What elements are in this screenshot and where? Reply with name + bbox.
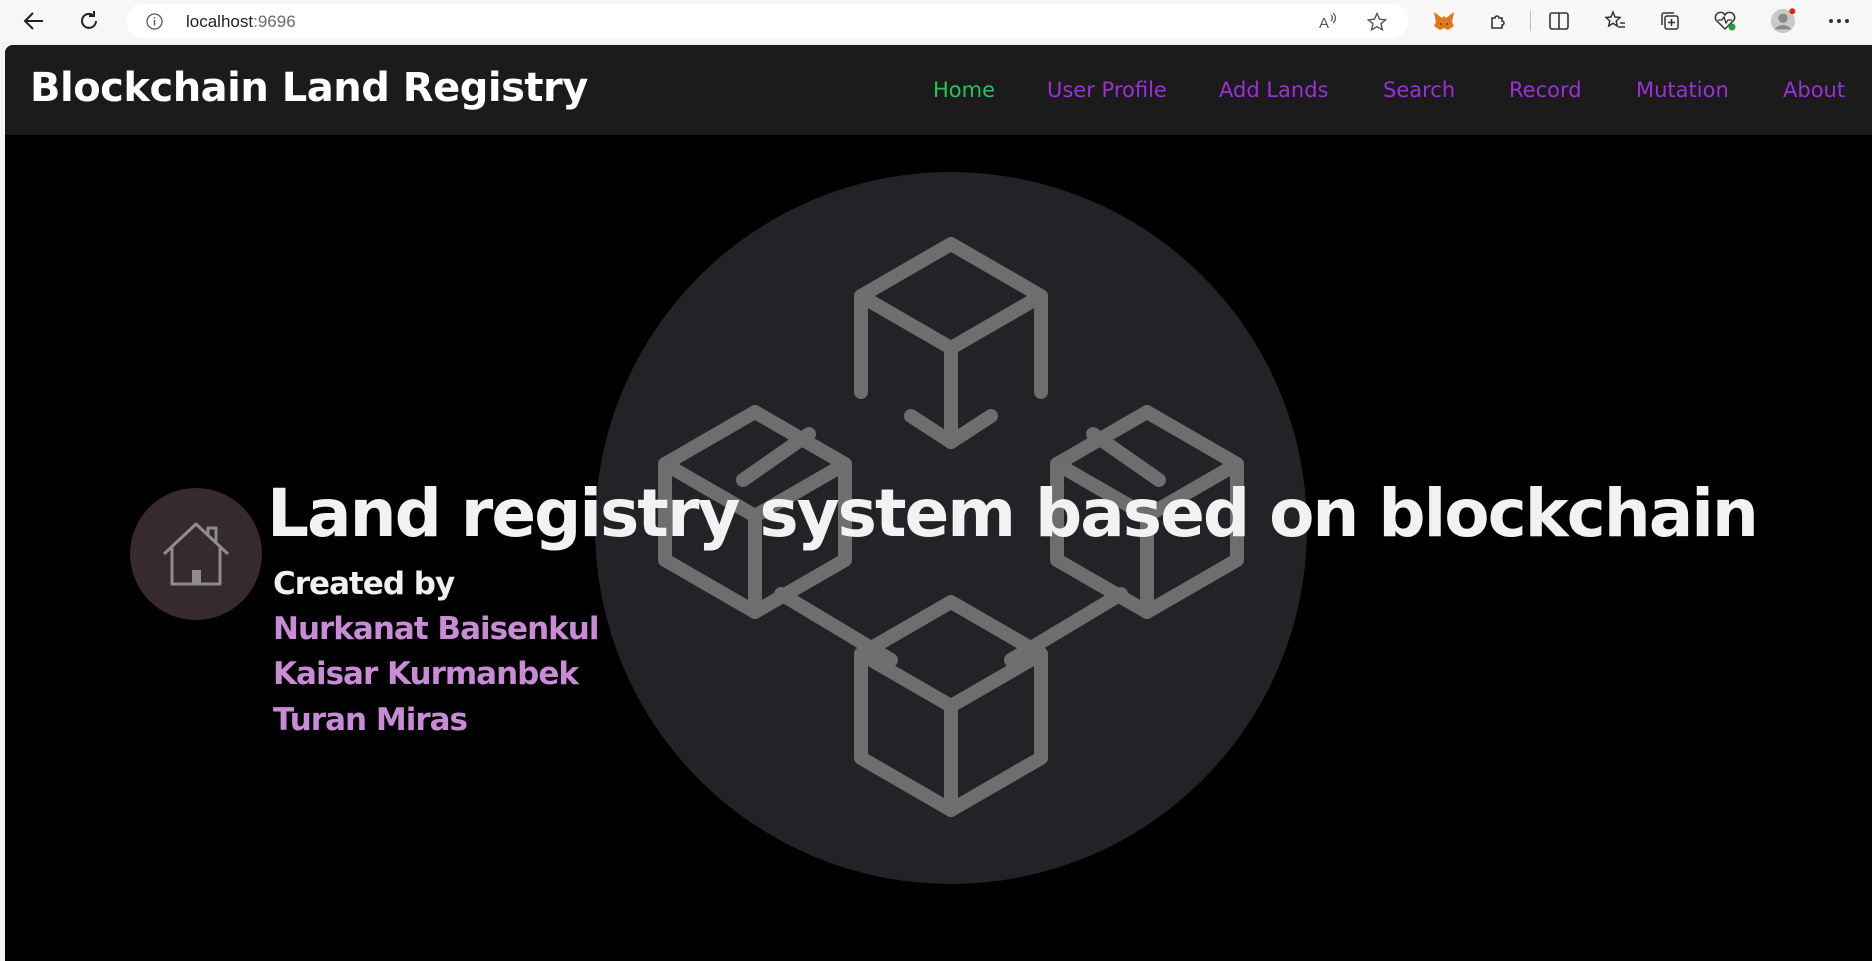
nav-link-user-profile[interactable]: User Profile	[1047, 78, 1167, 102]
nav-link-mutation[interactable]: Mutation	[1636, 78, 1729, 102]
more-menu-icon[interactable]	[1826, 8, 1852, 34]
house-icon	[162, 522, 230, 586]
url-port: :9696	[253, 12, 296, 31]
metamask-fox-icon[interactable]	[1431, 8, 1457, 34]
created-by-label: Created by	[273, 566, 455, 602]
nav-link-home[interactable]: Home	[933, 78, 995, 102]
nav-link-record[interactable]: Record	[1509, 78, 1582, 102]
url-text: localhost:9696	[186, 12, 296, 32]
browser-toolbar: localhost:9696 A	[0, 0, 1872, 42]
address-bar[interactable]: localhost:9696 A	[126, 4, 1408, 38]
nav-link-add-lands[interactable]: Add Lands	[1219, 78, 1328, 102]
site-info-icon[interactable]	[146, 13, 163, 35]
hero-section: Land registry system based on blockchain…	[5, 135, 1872, 961]
browser-essentials-icon[interactable]	[1712, 8, 1738, 34]
toolbar-divider	[1530, 11, 1531, 31]
favorites-icon[interactable]	[1602, 8, 1628, 34]
author-name: Kaisar Kurmanbek	[273, 656, 579, 692]
split-screen-icon[interactable]	[1546, 8, 1572, 34]
back-icon[interactable]	[19, 6, 49, 36]
hero-title: Land registry system based on blockchain	[267, 475, 1759, 552]
reload-icon[interactable]	[74, 6, 104, 36]
house-badge	[130, 488, 262, 620]
profile-avatar-icon[interactable]	[1770, 8, 1796, 34]
svg-text:A: A	[1319, 15, 1329, 32]
collections-icon[interactable]	[1657, 8, 1683, 34]
page-viewport: Blockchain Land Registry Home User Profi…	[5, 45, 1872, 961]
site-navbar: Blockchain Land Registry Home User Profi…	[5, 45, 1872, 135]
nav-link-search[interactable]: Search	[1383, 78, 1455, 102]
read-aloud-icon[interactable]: A	[1318, 11, 1340, 33]
brand-title[interactable]: Blockchain Land Registry	[30, 65, 588, 111]
nav-link-about[interactable]: About	[1783, 78, 1845, 102]
author-name: Nurkanat Baisenkul	[273, 611, 599, 647]
favorite-star-icon[interactable]	[1366, 11, 1388, 33]
author-name: Turan Miras	[273, 702, 468, 738]
extensions-icon[interactable]	[1486, 8, 1512, 34]
url-host: localhost	[186, 12, 254, 31]
